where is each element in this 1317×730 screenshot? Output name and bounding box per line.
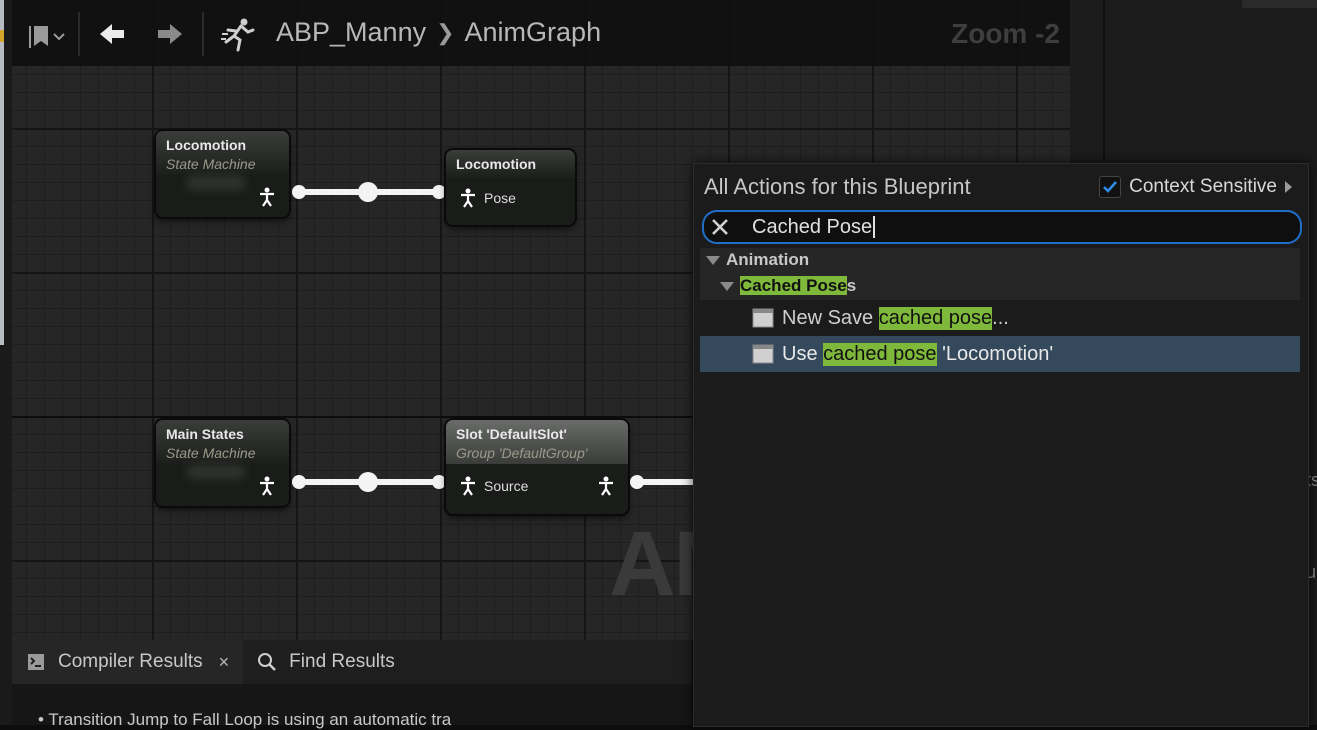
node-subtitle: State Machine	[166, 156, 256, 172]
action-use-cached-pose-locomotion[interactable]: Use cached pose 'Locomotion'	[700, 336, 1300, 372]
pin-label: Source	[484, 478, 529, 494]
tab-label: Compiler Results	[58, 651, 203, 672]
node-icon	[752, 308, 774, 328]
left-panel-strip	[0, 0, 4, 345]
node-title: Locomotion	[456, 156, 537, 172]
reroute-knot[interactable]	[358, 472, 378, 492]
compiler-log-icon	[28, 654, 44, 670]
forward-arrow-icon[interactable]	[154, 18, 186, 50]
animation-blueprint-icon	[221, 18, 255, 52]
left-panel-marker	[0, 30, 4, 42]
context-sensitive-checkbox[interactable]	[1099, 176, 1122, 198]
compiler-message: • Transition Jump to Fall Loop is using …	[38, 710, 452, 729]
bookmark-icon[interactable]	[24, 22, 70, 50]
category-label-rest: s	[846, 276, 857, 295]
chevron-right-icon: ❯	[436, 19, 455, 45]
pose-pin-icon	[461, 188, 475, 208]
left-panel-edge	[0, 0, 12, 725]
breadcrumb-root[interactable]: ABP_Manny	[276, 17, 426, 48]
reroute-knot[interactable]	[358, 182, 378, 202]
pose-pin-icon[interactable]	[259, 187, 275, 207]
breadcrumb-current[interactable]: AnimGraph	[465, 17, 602, 48]
node-main-states-state-machine[interactable]: Main States State Machine	[156, 420, 289, 506]
node-locomotion-state-machine[interactable]: Locomotion State Machine	[156, 131, 289, 217]
category-animation[interactable]: Animation	[700, 248, 1300, 272]
category-label: Animation	[726, 250, 810, 269]
close-icon[interactable]: ×	[219, 652, 230, 673]
category-label: Cached Poses	[740, 276, 856, 296]
source-input-row[interactable]: Source	[460, 476, 528, 496]
pose-pin-icon[interactable]	[598, 476, 614, 496]
action-search-field[interactable]: Cached Pose	[702, 210, 1302, 244]
tab-find-results[interactable]: Find Results	[243, 640, 409, 684]
action-menu-popup: All Actions for this Blueprint Context S…	[693, 163, 1309, 727]
search-highlight: cached pose	[823, 342, 937, 366]
search-icon	[258, 653, 277, 671]
node-subtitle: Group 'DefaultGroup'	[456, 445, 588, 461]
pose-pin-icon	[461, 476, 475, 496]
collapse-arrow-icon[interactable]	[720, 281, 734, 291]
action-label-suffix: ...	[992, 306, 1009, 329]
node-title: Slot 'DefaultSlot'	[456, 426, 567, 442]
back-arrow-icon[interactable]	[96, 18, 128, 50]
search-input[interactable]: Cached Pose	[752, 216, 872, 238]
node-subtitle: State Machine	[166, 445, 256, 461]
tab-label: Find Results	[289, 651, 395, 672]
node-title: Main States	[166, 426, 244, 442]
action-menu-title: All Actions for this Blueprint	[704, 174, 971, 199]
clear-search-icon[interactable]	[708, 215, 732, 239]
action-label-prefix: Use	[782, 342, 824, 365]
search-highlight: cached pose	[878, 306, 993, 330]
action-label-suffix: 'Locomotion'	[936, 342, 1054, 365]
results-tab-bar: Compiler Results × Find Results	[12, 640, 692, 684]
input-pin[interactable]	[432, 185, 446, 199]
pin-label: Pose	[484, 190, 516, 206]
category-cached-poses[interactable]: Cached Poses	[700, 272, 1300, 300]
pose-pin-icon[interactable]	[259, 476, 275, 496]
node-icon	[752, 344, 774, 364]
zoom-level: Zoom -2	[951, 18, 1060, 49]
graph-toolbar: ABP_Manny ❯ AnimGraph Zoom -2	[12, 0, 1070, 66]
context-sensitive-label: Context Sensitive	[1129, 176, 1277, 197]
action-label-prefix: New Save	[782, 306, 879, 329]
expand-arrow-icon[interactable]	[1285, 181, 1292, 193]
input-pin[interactable]	[432, 475, 446, 489]
action-list: Animation Cached Poses New Save cached p…	[700, 248, 1300, 372]
breadcrumb: ABP_Manny ❯ AnimGraph	[276, 17, 601, 48]
node-locomotion-cached-pose[interactable]: Locomotion Pose	[446, 150, 575, 225]
context-sensitive-toggle[interactable]: Context Sensitive	[1099, 176, 1292, 198]
bottom-results-panel: Compiler Results × Find Results • Transi…	[12, 640, 692, 729]
action-new-save-cached-pose[interactable]: New Save cached pose...	[700, 300, 1300, 336]
node-slot-default[interactable]: Slot 'DefaultSlot' Group 'DefaultGroup' …	[446, 420, 628, 514]
compiler-message-text: Transition Jump to Fall Loop is using an…	[48, 710, 452, 729]
checkmark-icon	[1103, 181, 1118, 193]
connection-wire[interactable]	[638, 479, 698, 485]
search-highlight: Cached Pose	[740, 276, 847, 295]
tab-compiler-results[interactable]: Compiler Results ×	[12, 640, 244, 684]
pose-input-row[interactable]: Pose	[460, 188, 516, 208]
collapse-arrow-icon[interactable]	[706, 255, 720, 265]
text-caret	[873, 216, 876, 239]
node-title: Locomotion	[166, 137, 247, 153]
